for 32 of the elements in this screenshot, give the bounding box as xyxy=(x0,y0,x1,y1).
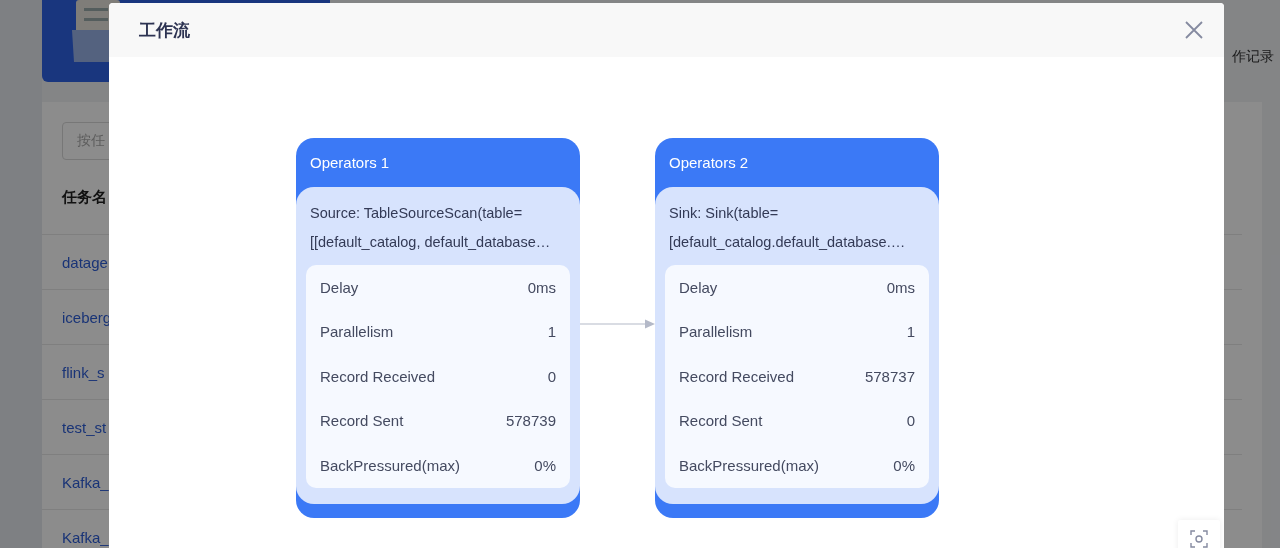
metric-label: Record Received xyxy=(320,367,436,385)
operator-node[interactable]: Operators 2 Sink: Sink(table= [default_catalog.default_database.… Delay 0ms Parallelism 1 Record Received 578737 Record Sent 0 BackPressured(max) 0% xyxy=(655,138,939,518)
fit-view-button[interactable] xyxy=(1178,520,1220,548)
metric-value: 0 xyxy=(906,412,915,430)
metric-value: 1 xyxy=(547,323,556,341)
close-button[interactable] xyxy=(1184,20,1204,40)
metric-value: 0 xyxy=(547,367,556,385)
metric-label: Delay xyxy=(679,278,718,296)
metric-label: Record Sent xyxy=(679,412,763,430)
metric-value: 1 xyxy=(906,323,915,341)
metric-label: BackPressured(max) xyxy=(320,456,461,474)
metric-label: Delay xyxy=(320,278,359,296)
node-description: Source: TableSourceScan(table= xyxy=(309,204,524,223)
metric-label: Parallelism xyxy=(679,323,753,341)
metric-label: Parallelism xyxy=(320,323,394,341)
metric-label: Record Received xyxy=(679,367,795,385)
metric-value: 0ms xyxy=(527,278,556,296)
metric-label: Record Sent xyxy=(320,412,404,430)
node-description: Sink: Sink(table= xyxy=(668,204,780,223)
metric-value: 0ms xyxy=(886,278,915,296)
metric-value: 578739 xyxy=(505,412,556,430)
focus-icon xyxy=(1190,530,1208,548)
node-description: [[default_catalog, default_database… xyxy=(309,233,552,252)
node-description: [default_catalog.default_database.… xyxy=(668,233,907,252)
dialog-title: 工作流 xyxy=(139,19,190,42)
metric-value: 578737 xyxy=(864,367,915,385)
operator-node[interactable]: Operators 1 Source: TableSourceScan(table= [[default_catalog, default_database… Delay 0ms Parallelism 1 Record Received 0 Record Sent 578739 BackPressured(max) 0% xyxy=(296,138,580,518)
metric-label: BackPressured(max) xyxy=(679,456,820,474)
metric-value: 0% xyxy=(893,456,915,474)
close-icon xyxy=(1184,20,1204,40)
metric-value: 0% xyxy=(534,456,556,474)
tab-label[interactable]: 作记录 xyxy=(1232,48,1274,66)
